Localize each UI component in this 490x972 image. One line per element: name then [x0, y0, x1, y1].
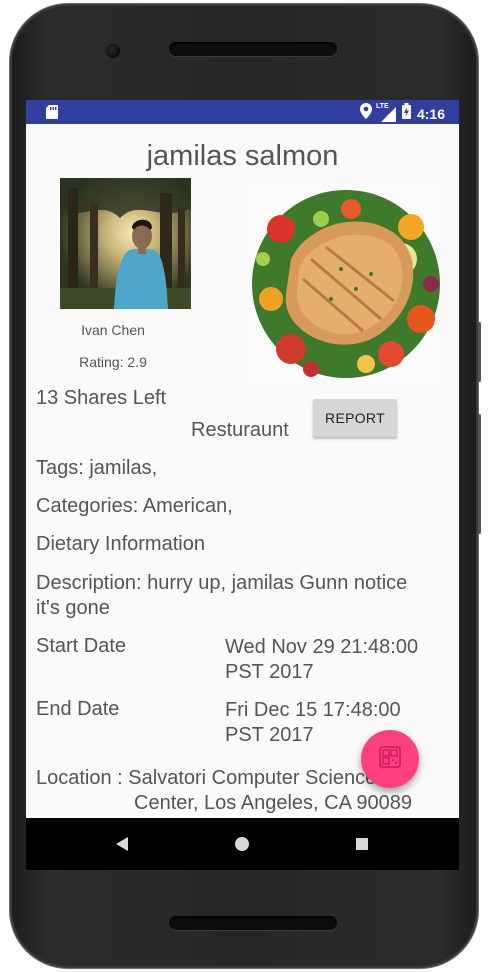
volume-button [478, 414, 481, 534]
tags-text: Tags: jamilas, [36, 457, 158, 479]
location-icon [359, 103, 372, 124]
location-label: Location : [36, 767, 123, 789]
start-date-value: Wed Nov 29 21:48:00 PST 2017 [225, 636, 419, 683]
status-bar: LTE 4:16 [26, 100, 459, 124]
battery-charging-icon [401, 103, 411, 124]
start-date-label: Start Date [36, 635, 127, 657]
sd-card-icon [46, 105, 58, 124]
network-type-label: LTE [375, 102, 389, 110]
home-icon[interactable] [230, 832, 254, 856]
listing-detail[interactable]: jamilas salmon Ivan Chen Rating: 2.9 13 … [26, 124, 459, 818]
scan-fab-button[interactable] [361, 730, 419, 788]
description-text: Description: hurry up, jamilas Gunn noti… [36, 572, 408, 619]
shares-left: 13 Shares Left [36, 387, 167, 409]
categories-text: Categories: American, [36, 495, 233, 517]
listing-type: Resturaunt [191, 419, 289, 441]
user-name[interactable]: Ivan Chen [46, 322, 180, 338]
screen: LTE 4:16 jamilas salmon Ivan Chen Rating… [26, 100, 459, 870]
report-button[interactable]: REPORT [313, 399, 397, 437]
user-avatar[interactable] [60, 178, 191, 309]
signal-icon: LTE [375, 102, 396, 122]
location-line1: Salvatori Computer Science [128, 767, 377, 789]
power-button [478, 322, 481, 382]
recents-icon[interactable] [350, 832, 374, 856]
navigation-bar [26, 818, 459, 870]
food-image[interactable] [251, 189, 441, 379]
top-speaker [169, 42, 337, 56]
end-date-label: End Date [36, 698, 120, 720]
qr-scan-icon [379, 745, 401, 773]
status-time: 4:16 [416, 105, 445, 122]
back-icon[interactable] [110, 832, 134, 856]
listing-title: jamilas salmon [146, 140, 339, 172]
dietary-info: Dietary Information [36, 533, 205, 555]
front-camera [106, 44, 120, 58]
user-rating: Rating: 2.9 [79, 354, 147, 370]
bottom-speaker [169, 916, 337, 930]
location-line2: Center, Los Angeles, CA 90089 [134, 792, 412, 814]
